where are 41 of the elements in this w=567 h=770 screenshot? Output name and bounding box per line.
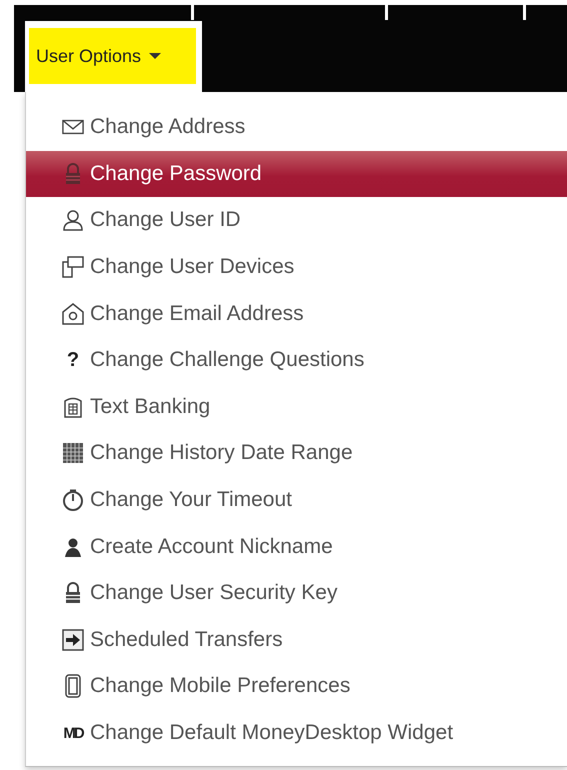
menu-item-label: Change Challenge Questions xyxy=(90,348,364,372)
question-mark-icon: ? xyxy=(62,348,84,372)
calendar-icon xyxy=(62,442,84,464)
menu-item-label: Change User Devices xyxy=(90,255,294,280)
stopwatch-icon xyxy=(62,489,84,512)
envelope-icon xyxy=(62,118,84,136)
menu-item[interactable]: Text Banking xyxy=(26,384,567,430)
menu-item-label: Text Banking xyxy=(90,394,210,419)
menu-item[interactable]: Change Address xyxy=(26,104,567,151)
menu-item[interactable]: MD Change Default MoneyDesktop Widget xyxy=(26,710,567,756)
menu-item-label: Change Email Address xyxy=(90,302,304,326)
menu-item[interactable]: Scheduled Transfers xyxy=(26,616,567,664)
arrow-box-icon xyxy=(62,628,84,651)
menu-item[interactable]: Change User ID xyxy=(26,197,567,244)
menu-item-label: Change History Date Range xyxy=(90,441,353,466)
user-options-button[interactable]: User Options xyxy=(29,28,196,84)
menu-item-label: Change User Security Key xyxy=(90,581,338,606)
menu-item[interactable]: Change User Security Key xyxy=(26,570,567,617)
person-icon xyxy=(62,536,84,557)
menu-item-label: Change Your Timeout xyxy=(90,488,292,512)
menu-item[interactable]: Change Email Address xyxy=(26,290,567,337)
menu-item-label: Change User ID xyxy=(90,208,241,232)
menu-item-label: Create Account Nickname xyxy=(90,534,333,559)
menu-item-label: Change Address xyxy=(90,115,246,140)
menu-item-label: Change Mobile Preferences xyxy=(90,674,350,698)
menu-item-label: Change Default MoneyDesktop Widget xyxy=(90,721,454,746)
devices-icon xyxy=(62,256,84,278)
menu-item[interactable]: Change History Date Range xyxy=(26,430,567,477)
menu-item[interactable]: Change Password xyxy=(26,150,567,198)
keypad-phone-icon xyxy=(62,396,84,418)
menu-item[interactable]: Change Your Timeout xyxy=(26,476,567,524)
menu-item[interactable]: Change User Devices xyxy=(26,244,567,290)
user-outline-icon xyxy=(62,209,84,232)
menu-item-label: Change Password xyxy=(90,162,262,186)
email-house-icon xyxy=(62,302,84,325)
menu-item[interactable]: ? Change Challenge Questions xyxy=(26,336,567,384)
menu-item[interactable]: Change Mobile Preferences xyxy=(26,663,567,710)
menu-item-label: Scheduled Transfers xyxy=(90,628,283,652)
menu-item[interactable]: Create Account Nickname xyxy=(26,523,567,570)
logo-icon: MD xyxy=(62,724,84,742)
caret-icon xyxy=(149,52,162,60)
